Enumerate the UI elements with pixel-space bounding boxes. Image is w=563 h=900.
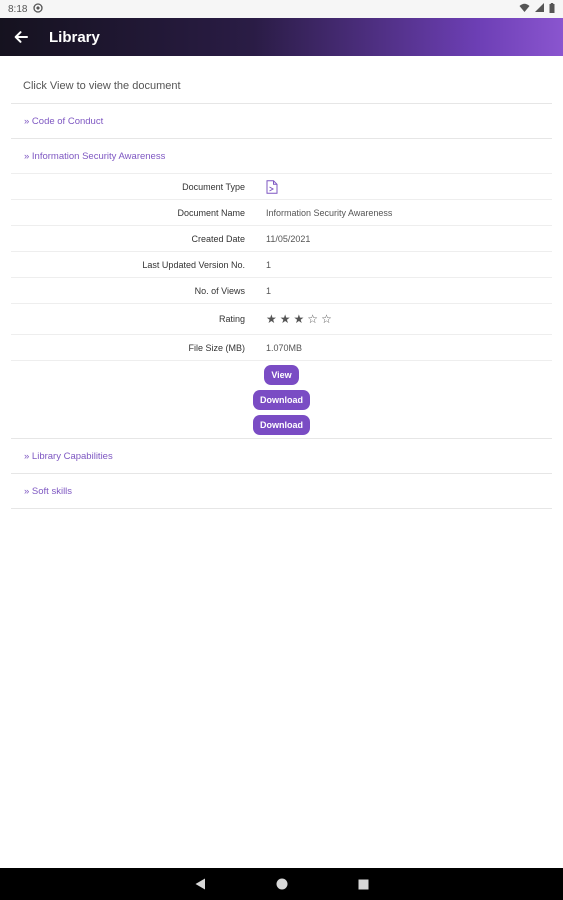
section-library-capabilities[interactable]: » Library Capabilities [11, 439, 552, 474]
view-button[interactable]: View [264, 365, 299, 385]
version-value: 1 [266, 259, 272, 270]
file-size-value: 1.070MB [266, 342, 303, 353]
star-filled-icon[interactable]: ★ [294, 312, 305, 326]
row-document-name: Document Name Information Security Aware… [11, 200, 552, 226]
views-value: 1 [266, 285, 272, 296]
star-filled-icon[interactable]: ★ [280, 312, 291, 326]
row-file-size: File Size (MB) 1.070MB [11, 335, 552, 361]
page-title: Library [49, 28, 100, 46]
document-name-value: Information Security Awareness [266, 207, 393, 218]
star-empty-icon[interactable]: ☆ [307, 312, 318, 326]
home-circle-icon[interactable] [276, 878, 288, 890]
library-content: Click View to view the document » Code o… [0, 56, 563, 509]
section-soft-skills[interactable]: » Soft skills [11, 474, 552, 509]
row-views: No. of Views 1 [11, 278, 552, 304]
views-label: No. of Views [194, 285, 245, 296]
star-filled-icon[interactable]: ★ [266, 312, 277, 326]
status-bar: 8:18 [0, 0, 563, 18]
back-triangle-icon[interactable] [195, 878, 206, 890]
row-version: Last Updated Version No. 1 [11, 252, 552, 278]
document-type-label: Document Type [182, 181, 245, 192]
instruction-text: Click View to view the document [11, 56, 552, 104]
battery-icon [549, 2, 555, 16]
arrow-left-icon[interactable] [12, 28, 30, 46]
created-date-label: Created Date [191, 233, 245, 244]
document-name-label: Document Name [177, 207, 245, 218]
row-created-date: Created Date 11/05/2021 [11, 226, 552, 252]
download-button[interactable]: Download [253, 390, 310, 410]
rating-stars[interactable]: ★ ★ ★ ☆ ☆ [266, 312, 332, 326]
wifi-icon [519, 3, 530, 15]
rating-label: Rating [218, 314, 245, 324]
download-button-secondary[interactable]: Download [253, 415, 310, 435]
file-size-label: File Size (MB) [188, 342, 245, 353]
document-file-icon[interactable] [266, 179, 278, 194]
status-time: 8:18 [8, 3, 28, 15]
document-actions: View Download Download [11, 361, 552, 438]
signal-icon [535, 3, 544, 15]
recents-square-icon[interactable] [358, 879, 369, 890]
created-date-value: 11/05/2021 [266, 233, 311, 244]
app-bar: Library [0, 18, 563, 56]
notification-icon [33, 2, 44, 16]
version-label: Last Updated Version No. [142, 259, 245, 270]
row-rating: Rating ★ ★ ★ ☆ ☆ [11, 304, 552, 335]
system-nav-bar [0, 868, 563, 900]
document-details: Document Type Document Name Information … [11, 174, 552, 439]
section-code-of-conduct[interactable]: » Code of Conduct [11, 104, 552, 139]
section-information-security[interactable]: » Information Security Awareness [11, 139, 552, 174]
star-empty-icon[interactable]: ☆ [321, 312, 332, 326]
row-document-type: Document Type [11, 174, 552, 200]
